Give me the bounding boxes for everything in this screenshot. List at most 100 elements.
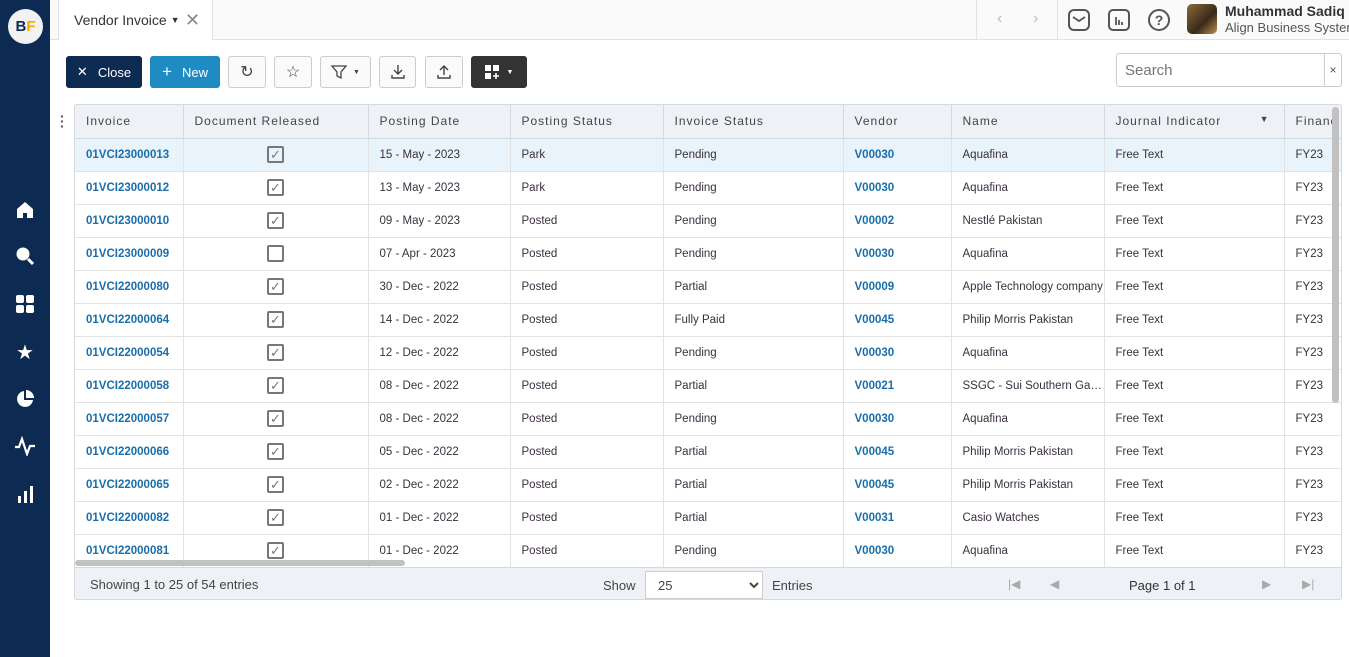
search-input[interactable] bbox=[1117, 54, 1324, 86]
first-page-icon[interactable]: |◀ bbox=[1008, 577, 1020, 591]
next-page-icon[interactable]: ▶ bbox=[1262, 577, 1271, 591]
invoice-cell[interactable]: 01VCI23000009 bbox=[75, 237, 184, 271]
invoice-cell[interactable]: 01VCI23000012 bbox=[75, 171, 184, 205]
caret-down-icon[interactable]: ▼ bbox=[171, 15, 180, 25]
checkbox[interactable]: ✓ bbox=[267, 179, 284, 196]
invoice-cell[interactable]: 01VCI22000066 bbox=[75, 435, 184, 469]
search-icon[interactable] bbox=[14, 245, 36, 267]
table-row[interactable]: 01VCI23000012 ✓ 13 - May - 2023 Park Pending… bbox=[75, 171, 1341, 205]
home-icon[interactable] bbox=[14, 199, 36, 221]
column-filter-icon[interactable]: ▼ bbox=[1260, 114, 1270, 124]
released-cell[interactable]: ✓ bbox=[183, 501, 369, 535]
invoice-cell[interactable]: 01VCI22000064 bbox=[75, 303, 184, 337]
vendor-cell[interactable]: V00030 bbox=[843, 336, 952, 370]
vendor-cell[interactable]: V00009 bbox=[843, 270, 952, 304]
vendor-cell[interactable]: V00021 bbox=[843, 369, 952, 403]
checkbox[interactable]: ✓ bbox=[267, 476, 284, 493]
invoice-cell[interactable]: 01VCI22000054 bbox=[75, 336, 184, 370]
table-row[interactable]: 01VCI22000057 ✓ 08 - Dec - 2022 Posted Pendi… bbox=[75, 402, 1341, 436]
checkbox[interactable]: ✓ bbox=[267, 509, 284, 526]
table-row[interactable]: 01VCI22000066 ✓ 05 - Dec - 2022 Posted Parti… bbox=[75, 435, 1341, 469]
checkbox[interactable]: ✓ bbox=[267, 542, 284, 559]
table-row[interactable]: 01VCI22000054 ✓ 12 - Dec - 2022 Posted Pendi… bbox=[75, 336, 1341, 370]
released-cell[interactable]: ✓ bbox=[183, 204, 369, 238]
download-button[interactable] bbox=[379, 56, 416, 88]
refresh-button[interactable]: ↻ bbox=[228, 56, 266, 88]
released-cell[interactable]: ✓ bbox=[183, 336, 369, 370]
invoice-cell[interactable]: 01VCI22000065 bbox=[75, 468, 184, 502]
checkbox[interactable]: ✓ bbox=[267, 311, 284, 328]
vendor-cell[interactable]: V00030 bbox=[843, 237, 952, 271]
chevron-right-icon[interactable]: › bbox=[1033, 10, 1038, 28]
filter-button[interactable]: ▼ bbox=[320, 56, 371, 88]
invoice-cell[interactable]: 01VCI22000080 bbox=[75, 270, 184, 304]
tab-vendor-invoice[interactable]: Vendor Invoice ▼ ✕ bbox=[58, 0, 213, 40]
prev-page-icon[interactable]: ◀ bbox=[1050, 577, 1059, 591]
vendor-cell[interactable]: V00045 bbox=[843, 435, 952, 469]
table-row[interactable]: 01VCI22000064 ✓ 14 - Dec - 2022 Posted Fully… bbox=[75, 303, 1341, 337]
column-menu-icon[interactable]: · · · bbox=[60, 109, 65, 133]
favorite-button[interactable]: ☆ bbox=[274, 56, 312, 88]
checkbox[interactable]: ✓ bbox=[267, 278, 284, 295]
logo[interactable]: BF bbox=[8, 9, 43, 44]
checkbox[interactable]: ✓ bbox=[267, 410, 284, 427]
table-row[interactable]: 01VCI23000009 07 - Apr - 2023 Posted Pendin… bbox=[75, 237, 1341, 271]
upload-button[interactable] bbox=[425, 56, 463, 88]
horizontal-scrollbar[interactable] bbox=[75, 560, 405, 566]
vendor-cell[interactable]: V00030 bbox=[843, 171, 952, 205]
pie-chart-icon[interactable] bbox=[14, 388, 36, 410]
checkbox[interactable] bbox=[267, 245, 284, 262]
table-row[interactable]: 01VCI22000065 ✓ 02 - Dec - 2022 Posted Parti… bbox=[75, 468, 1341, 502]
checkbox[interactable]: ✓ bbox=[267, 212, 284, 229]
activity-icon[interactable] bbox=[14, 435, 36, 457]
column-header[interactable]: Vendor bbox=[843, 105, 952, 139]
vendor-cell[interactable]: V00030 bbox=[843, 138, 952, 172]
released-cell[interactable]: ✓ bbox=[183, 171, 369, 205]
column-header[interactable]: Document Released bbox=[183, 105, 369, 139]
vendor-cell[interactable]: V00030 bbox=[843, 402, 952, 436]
released-cell[interactable]: ✓ bbox=[183, 435, 369, 469]
invoice-cell[interactable]: 01VCI23000013 bbox=[75, 138, 184, 172]
page-size-select[interactable]: 25 bbox=[645, 571, 763, 599]
close-button[interactable]: ✕ Close bbox=[66, 56, 142, 88]
help-icon[interactable]: ? bbox=[1148, 9, 1170, 31]
chevron-left-icon[interactable]: ‹ bbox=[997, 10, 1002, 28]
vendor-cell[interactable]: V00030 bbox=[843, 534, 952, 568]
column-header[interactable]: Journal Indicator ▼ bbox=[1104, 105, 1285, 139]
new-button[interactable]: + New bbox=[150, 56, 220, 88]
checkbox[interactable]: ✓ bbox=[267, 146, 284, 163]
released-cell[interactable]: ✓ bbox=[183, 369, 369, 403]
column-header[interactable]: Posting Date bbox=[368, 105, 511, 139]
column-header[interactable]: Posting Status bbox=[510, 105, 664, 139]
clear-search-button[interactable]: × bbox=[1324, 54, 1341, 86]
checkbox[interactable]: ✓ bbox=[267, 344, 284, 361]
vendor-cell[interactable]: V00045 bbox=[843, 468, 952, 502]
released-cell[interactable]: ✓ bbox=[183, 138, 369, 172]
vendor-cell[interactable]: V00031 bbox=[843, 501, 952, 535]
checkbox[interactable]: ✓ bbox=[267, 443, 284, 460]
released-cell[interactable]: ✓ bbox=[183, 468, 369, 502]
released-cell[interactable]: ✓ bbox=[183, 270, 369, 304]
column-header[interactable]: Invoice bbox=[75, 105, 184, 139]
released-cell[interactable]: ✓ bbox=[183, 402, 369, 436]
apps-icon[interactable] bbox=[14, 293, 36, 315]
invoice-cell[interactable]: 01VCI22000058 bbox=[75, 369, 184, 403]
table-row[interactable]: 01VCI23000010 ✓ 09 - May - 2023 Posted Pendi… bbox=[75, 204, 1341, 238]
vendor-cell[interactable]: V00045 bbox=[843, 303, 952, 337]
vertical-scrollbar[interactable] bbox=[1332, 107, 1339, 403]
table-row[interactable]: 01VCI23000013 ✓ 15 - May - 2023 Park Pending… bbox=[75, 138, 1341, 172]
invoice-cell[interactable]: 01VCI22000057 bbox=[75, 402, 184, 436]
table-row[interactable]: 01VCI22000080 ✓ 30 - Dec - 2022 Posted Parti… bbox=[75, 270, 1341, 304]
invoice-cell[interactable]: 01VCI23000010 bbox=[75, 204, 184, 238]
close-tab-icon[interactable]: ✕ bbox=[185, 10, 200, 31]
invoice-cell[interactable]: 01VCI22000082 bbox=[75, 501, 184, 535]
vendor-cell[interactable]: V00002 bbox=[843, 204, 952, 238]
bar-chart-icon[interactable] bbox=[14, 483, 36, 505]
report-icon[interactable] bbox=[1108, 9, 1130, 31]
star-icon[interactable]: ★ bbox=[14, 341, 36, 364]
table-row[interactable]: 01VCI22000082 ✓ 01 - Dec - 2022 Posted Parti… bbox=[75, 501, 1341, 535]
avatar[interactable] bbox=[1187, 4, 1217, 34]
layout-button[interactable]: ▼ bbox=[471, 56, 527, 88]
checkbox[interactable]: ✓ bbox=[267, 377, 284, 394]
column-header[interactable]: Invoice Status bbox=[663, 105, 844, 139]
